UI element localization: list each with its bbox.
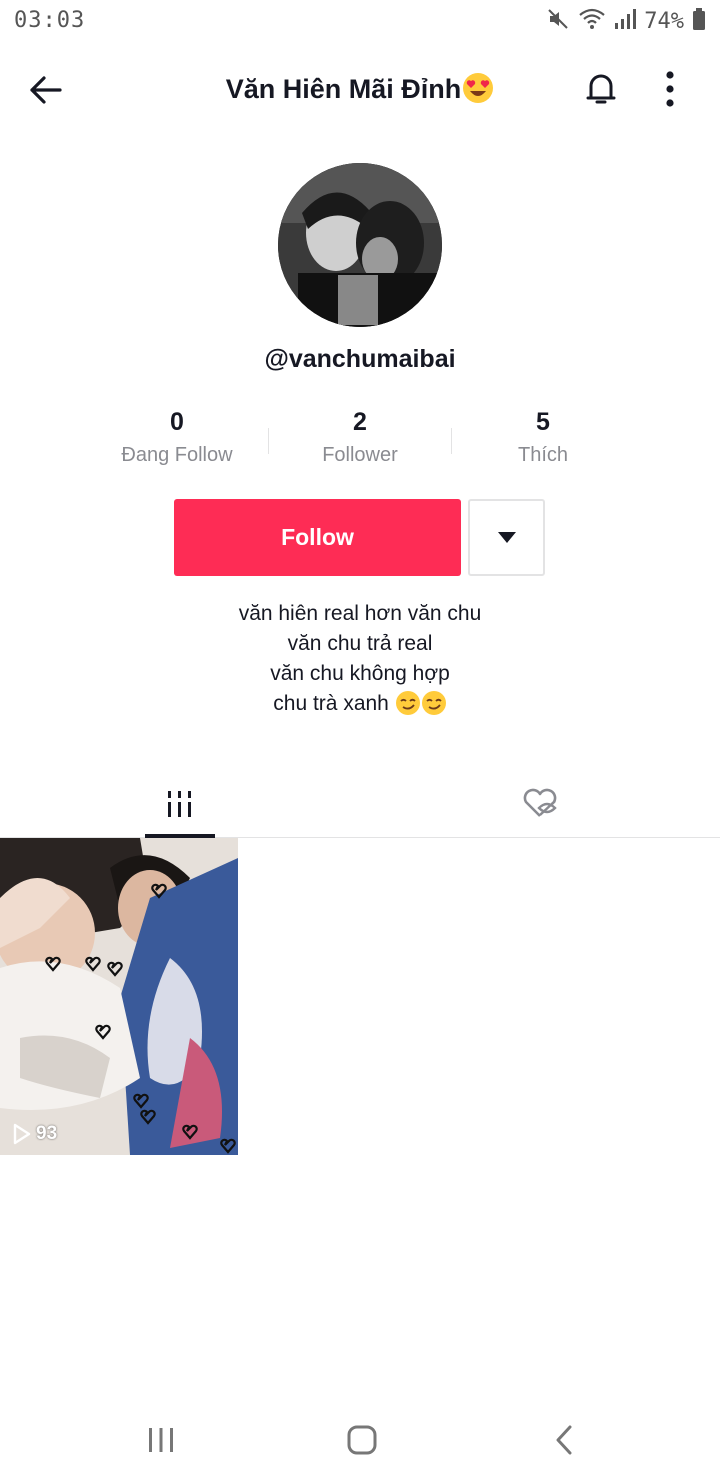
smirk-emoji	[395, 690, 421, 716]
stat-likes[interactable]: 5 Thích	[452, 404, 634, 467]
followers-count: 2	[353, 408, 367, 436]
bio-line-text: chu trà xanh	[273, 692, 389, 715]
followers-label: Follower	[322, 444, 398, 466]
avatar-image	[278, 163, 442, 327]
tab-liked-videos[interactable]	[505, 770, 575, 838]
caret-down-icon	[497, 531, 516, 543]
recent-apps-button[interactable]	[131, 1418, 191, 1462]
mute-icon	[546, 7, 570, 36]
videos-grid-icon	[168, 791, 191, 817]
smirk-emoji	[421, 690, 447, 716]
likes-count: 5	[536, 408, 550, 436]
system-nav-bar	[0, 1400, 720, 1480]
status-bar: 03:03 74%	[0, 0, 720, 44]
more-vertical-icon	[666, 71, 674, 107]
following-count: 0	[170, 408, 184, 436]
signal-icon	[614, 7, 637, 36]
avatar[interactable]	[278, 163, 442, 327]
bell-icon	[586, 74, 616, 104]
wifi-icon	[578, 7, 606, 36]
following-label: Đang Follow	[121, 444, 233, 466]
bio-line: văn chu trả real	[287, 632, 433, 655]
video-thumbnail-image	[0, 838, 238, 1155]
suggested-accounts-button[interactable]	[468, 499, 545, 576]
home-icon	[347, 1425, 377, 1455]
status-time: 03:03	[14, 8, 86, 33]
bio-line: văn chu không hợp	[270, 662, 450, 685]
more-options-button[interactable]	[650, 66, 690, 112]
recent-apps-icon	[149, 1428, 173, 1452]
battery-percent: 74%	[644, 8, 684, 34]
video-views: 93	[36, 1123, 58, 1144]
video-view-count: 93	[12, 1123, 57, 1145]
follow-button[interactable]: Follow	[174, 499, 461, 576]
bio: văn hiên real hơn văn chu văn chu trả re…	[0, 599, 720, 719]
stat-following[interactable]: 0 Đang Follow	[86, 404, 268, 467]
system-back-button[interactable]	[534, 1418, 594, 1462]
back-arrow-icon	[30, 76, 62, 104]
page-title: Văn Hiên Mãi Đỉnh	[170, 72, 550, 105]
username: @vanchumaibai	[264, 345, 456, 373]
profile-stats: 0 Đang Follow 2 Follower 5 Thích	[86, 404, 634, 484]
content-tabs	[0, 770, 720, 838]
bio-line: văn hiên real hơn văn chu	[238, 602, 482, 625]
heart-eyes-emoji	[462, 72, 494, 104]
profile-header: Văn Hiên Mãi Đỉnh	[0, 56, 720, 120]
back-button[interactable]	[24, 68, 68, 112]
video-thumbnail[interactable]: 93	[0, 838, 238, 1155]
liked-hidden-icon	[523, 788, 557, 817]
page-title-text: Văn Hiên Mãi Đỉnh	[225, 74, 462, 104]
notification-bell-button[interactable]	[578, 66, 624, 112]
back-icon	[556, 1425, 572, 1455]
battery-icon	[692, 7, 706, 36]
bio-line-last: chu trà xanh	[0, 689, 720, 719]
likes-label: Thích	[517, 444, 569, 466]
stat-followers[interactable]: 2 Follower	[269, 404, 451, 467]
status-icons: 74%	[546, 7, 706, 36]
tab-videos[interactable]	[145, 770, 215, 838]
home-button[interactable]	[332, 1418, 392, 1462]
play-icon	[13, 1123, 31, 1145]
